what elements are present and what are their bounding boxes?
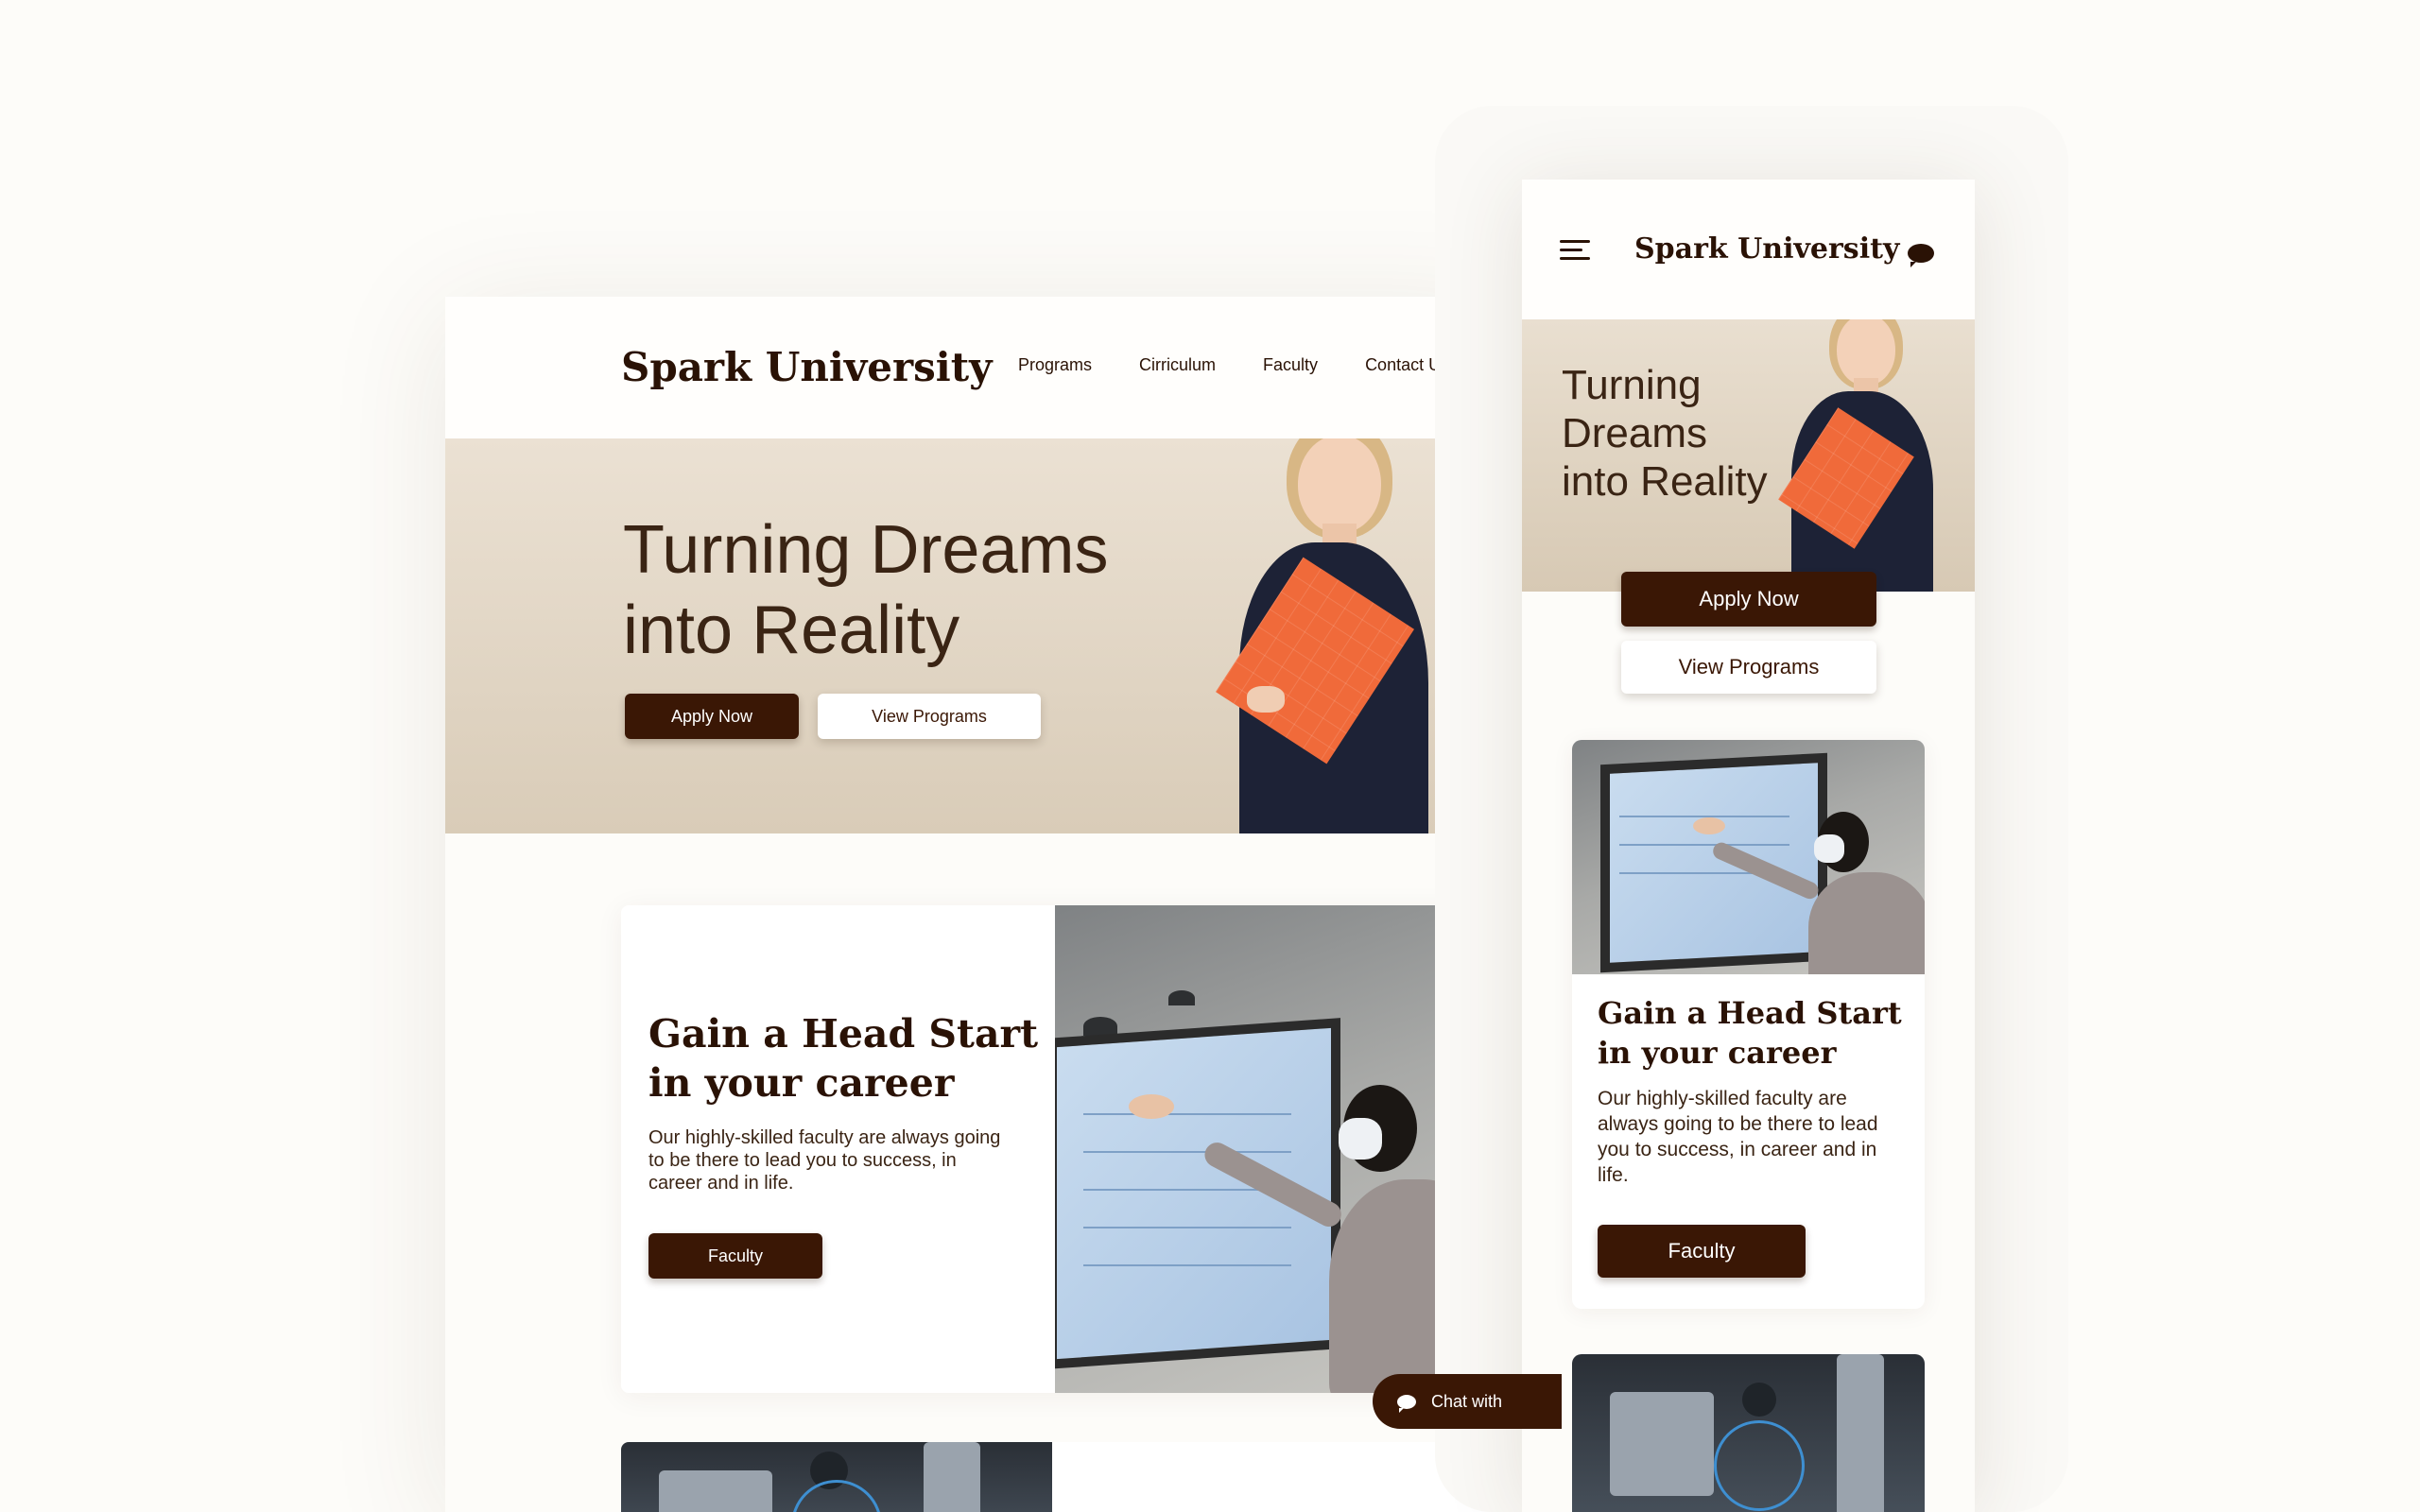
site-header: Spark University Programs Cirriculum Fac… <box>445 297 1522 438</box>
chat-bubble-icon <box>1397 1394 1416 1413</box>
feature-card-title-line-1: Gain a Head Start <box>648 1011 1039 1057</box>
mobile-feature-card-text: Our highly-skilled faculty are always go… <box>1598 1088 1878 1186</box>
mobile-view-programs-button[interactable]: View Programs <box>1621 641 1876 694</box>
feature-card-title-line-2: in your career <box>648 1060 955 1106</box>
nav-link-faculty[interactable]: Faculty <box>1263 355 1318 375</box>
apply-now-button[interactable]: Apply Now <box>625 694 799 739</box>
desktop-mockup: Spark University Programs Cirriculum Fac… <box>445 297 1522 1512</box>
main-nav: Programs Cirriculum Faculty Contact Us <box>1018 355 1449 375</box>
mobile-apply-now-button[interactable]: Apply Now <box>1621 572 1876 627</box>
mobile-site-logo[interactable]: Spark University <box>1634 232 1899 266</box>
nav-link-curriculum[interactable]: Cirriculum <box>1139 355 1216 375</box>
mobile-hero-section: Turning Dreams into Reality <box>1522 319 1975 592</box>
hero-title-line-1: Turning Dreams <box>623 512 1109 588</box>
feature-card: Gain a Head Start in your career Our hig… <box>621 905 1489 1393</box>
mobile-hero-title: Turning Dreams into Reality <box>1562 361 1807 506</box>
chat-bubble-icon[interactable] <box>1908 244 1934 267</box>
feature-card-title: Gain a Head Start in your career <box>648 1009 1038 1108</box>
site-logo[interactable]: Spark University <box>621 344 993 390</box>
chat-widget-label: Chat with <box>1431 1391 1503 1411</box>
hero-title-line-2: into Reality <box>623 593 960 668</box>
mobile-feature-card-title: Gain a Head Start in your career <box>1598 993 1902 1073</box>
mobile-feature-card-title-line-1: Gain a Head Start <box>1598 995 1902 1031</box>
mobile-hero-title-line-3: into Reality <box>1562 458 1768 505</box>
mobile-feature-card-title-line-2: in your career <box>1598 1035 1837 1071</box>
nav-link-programs[interactable]: Programs <box>1018 355 1092 375</box>
classroom-photo <box>1055 905 1489 1393</box>
chat-widget-button[interactable]: Chat with <box>1373 1374 1562 1429</box>
mobile-hero-student-image <box>1772 319 1975 592</box>
feature-card-2 <box>621 1442 1489 1512</box>
view-programs-button[interactable]: View Programs <box>818 694 1041 739</box>
mobile-hero-title-line-2: Dreams <box>1562 410 1708 456</box>
robotics-photo <box>621 1442 1052 1512</box>
mobile-feature-card-2 <box>1572 1354 1925 1512</box>
hero-section: Turning Dreams into Reality Apply Now Vi… <box>445 438 1522 833</box>
mobile-hero-title-line-1: Turning <box>1562 362 1702 408</box>
mobile-classroom-photo <box>1572 740 1925 974</box>
mobile-header: Spark University <box>1522 180 1975 319</box>
mobile-faculty-button[interactable]: Faculty <box>1598 1225 1806 1278</box>
feature-card-text: Our highly-skilled faculty are always go… <box>648 1127 1001 1194</box>
hero-title: Turning Dreams into Reality <box>623 510 1109 671</box>
faculty-button[interactable]: Faculty <box>648 1233 822 1279</box>
hamburger-menu-icon[interactable] <box>1560 240 1590 261</box>
mobile-robotics-photo <box>1572 1354 1925 1512</box>
mobile-mockup: Spark University Turning Dreams into Rea… <box>1522 180 1975 1512</box>
mobile-feature-card: Gain a Head Start in your career Our hig… <box>1572 740 1925 1309</box>
